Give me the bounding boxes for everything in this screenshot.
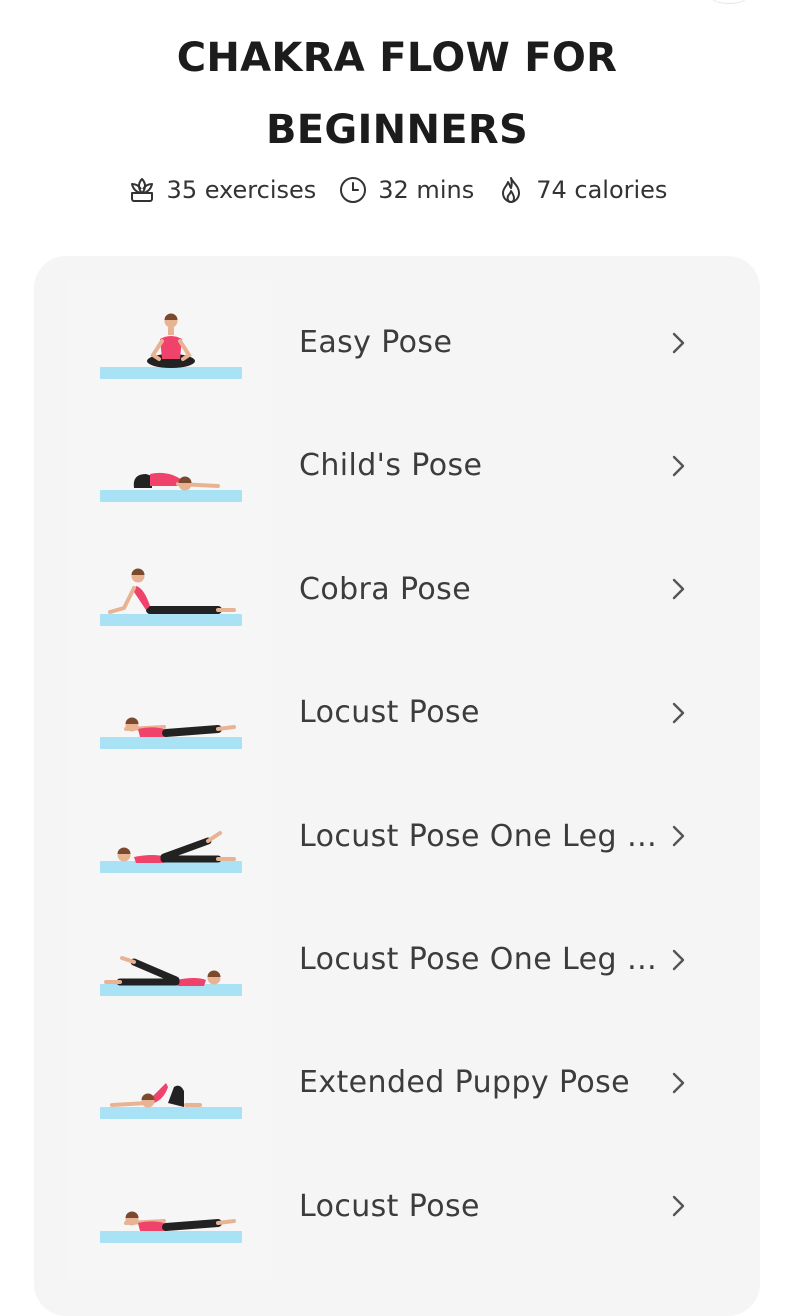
chevron-right-icon[interactable] bbox=[659, 948, 699, 972]
pose-illustration bbox=[68, 651, 272, 774]
chevron-right-icon[interactable] bbox=[659, 454, 699, 478]
exercise-row[interactable]: Child's Pose bbox=[34, 404, 760, 527]
exercise-row[interactable]: Locust Pose One Leg U... bbox=[34, 775, 760, 898]
exercise-name: Locust Pose bbox=[299, 1188, 480, 1224]
chevron-right-icon[interactable] bbox=[659, 1071, 699, 1095]
exercise-name: Child's Pose bbox=[299, 448, 483, 484]
flame-icon bbox=[496, 175, 526, 205]
exercise-name: Locust Pose bbox=[299, 695, 480, 731]
calories: 74 calories bbox=[496, 175, 667, 205]
pose-illustration bbox=[68, 898, 272, 1021]
exercises-count: 35 exercises bbox=[127, 175, 317, 205]
pose-illustration bbox=[68, 528, 272, 651]
exercise-row[interactable]: Cobra Pose bbox=[34, 528, 760, 651]
workout-title-line-1: CHAKRA FLOW FOR bbox=[176, 35, 618, 81]
exercise-name: Extended Puppy Pose bbox=[299, 1065, 631, 1101]
exercise-row[interactable]: Locust Pose bbox=[34, 1145, 760, 1268]
pose-illustration bbox=[68, 1021, 272, 1144]
chevron-right-icon[interactable] bbox=[659, 824, 699, 848]
chevron-right-icon[interactable] bbox=[659, 701, 699, 725]
exercise-row[interactable]: Extended Puppy Pose bbox=[34, 1021, 760, 1144]
pose-illustration bbox=[68, 1145, 272, 1268]
workout-meta: 35 exercises 32 mins 74 calories bbox=[0, 170, 794, 210]
chevron-right-icon[interactable] bbox=[659, 331, 699, 355]
exercises-count-text: 35 exercises bbox=[166, 176, 317, 204]
exercise-name: Locust Pose One Leg U... bbox=[299, 818, 659, 854]
duration: 32 mins bbox=[338, 175, 474, 205]
exercise-name: Locust Pose One Leg U... bbox=[299, 942, 659, 977]
lotus-icon bbox=[127, 175, 157, 205]
calories-text: 74 calories bbox=[536, 176, 668, 204]
duration-text: 32 mins bbox=[378, 176, 475, 204]
clock-icon bbox=[338, 175, 368, 205]
workout-title-line-2: BEGINNERS bbox=[265, 107, 529, 153]
chevron-right-icon[interactable] bbox=[659, 1194, 699, 1218]
exercise-name: Cobra Pose bbox=[299, 571, 472, 607]
pose-illustration bbox=[68, 281, 272, 404]
exercise-name: Easy Pose bbox=[299, 325, 453, 360]
exercise-row[interactable]: Locust Pose bbox=[34, 651, 760, 774]
top-corner-button-edge bbox=[710, 0, 748, 4]
workout-title: CHAKRA FLOW FOR BEGINNERS bbox=[0, 22, 794, 166]
exercise-row[interactable]: Easy Pose bbox=[34, 281, 760, 404]
pose-illustration bbox=[68, 404, 272, 527]
exercise-row[interactable]: Locust Pose One Leg U... bbox=[34, 898, 760, 1021]
chevron-right-icon[interactable] bbox=[659, 577, 699, 601]
pose-illustration bbox=[68, 775, 272, 898]
